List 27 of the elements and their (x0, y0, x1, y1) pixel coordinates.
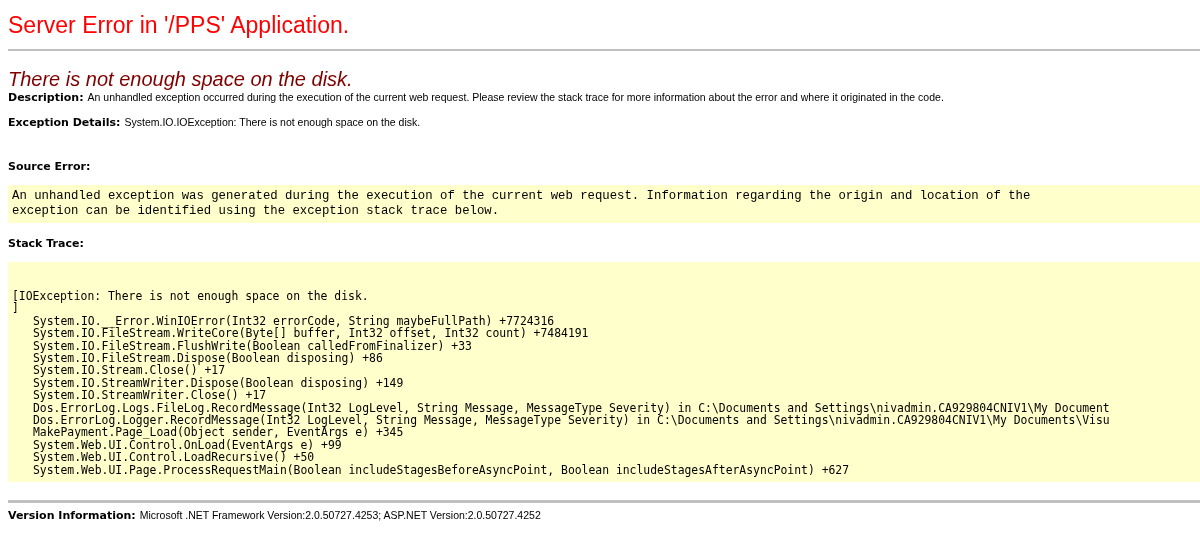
stack-frame: System.IO.FileStream.WriteCore(Byte[] buffer, Int32 offset, Int32 count) +7484191 (12, 327, 589, 340)
source-error-label: Source Error: (8, 160, 91, 173)
exception-line: [IOException: There is not enough space on the disk. (12, 290, 369, 303)
stack-frame: System.IO.FileStream.FlushWrite(Boolean calledFromFinalizer) +33 (12, 339, 472, 353)
source-error-line: An unhandled exception was generated during the execution of the current web request. Information regarding the origin and location of the (12, 189, 1031, 204)
stack-frame: System.IO.__Error.WinIOError(Int32 errorCode, String maybeFullPath) +7724316 (12, 314, 555, 328)
bracket-line: ] (12, 302, 19, 315)
stack-frame: Dos.ErrorLog.Logs.FileLog.RecordMessage(Int32 LogLevel, String Message, MessageType Severity) in C:\Documents and Settings\nivadmin.CA929804CNIV1\My Document (12, 401, 1110, 415)
exception-details-text: System.IO.IOException: There is not enough space on the disk. (124, 116, 421, 128)
stack-frame: System.IO.FileStream.Dispose(Boolean disposing) +86 (12, 352, 383, 365)
page-title: Server Error in '/PPS' Application. (8, 11, 351, 40)
stack-frame: System.IO.StreamWriter.Dispose(Boolean disposing) +149 (12, 376, 404, 390)
stack-frame: Dos.ErrorLog.Logger.RecordMessage(Int32 LogLevel, String Message, MessageType Severity) in C:\Documents and Settings\nivadmin.CA929804CNIV1\My Documents\Visu (12, 414, 1110, 427)
description-label: Description: (8, 91, 84, 104)
version-text: Microsoft .NET Framework Version:2.0.50727.4253; ASP.NET Version:2.0.50727.4252 (139, 509, 541, 522)
description-text: An unhandled exception occurred during the execution of the current web request. Please review the stack trace for more information about the error and where it originated in the code. (87, 91, 944, 103)
error-heading: There is not enough space on the disk. (8, 67, 354, 91)
stack-frame: System.Web.UI.Page.ProcessRequestMain(Boolean includeStagesBeforeAsyncPoint, Boolean includeStagesAfterAsyncPoint) +627 (12, 463, 850, 477)
stack-trace-label: Stack Trace: (8, 237, 84, 250)
stack-frame: System.IO.StreamWriter.Close() +17 (12, 389, 267, 402)
stack-frame: System.Web.UI.Control.OnLoad(EventArgs e) +99 (12, 438, 342, 452)
stack-frame: System.Web.UI.Control.LoadRecursive() +50 (12, 451, 315, 464)
exception-details-label: Exception Details: (8, 116, 121, 129)
stack-frame: System.IO.Stream.Close() +17 (12, 364, 226, 377)
source-error-line: exception can be identified using the exception stack trace below. (12, 204, 500, 219)
version-label: Version Information: (8, 509, 136, 523)
stack-frame: MakePayment.Page_Load(Object sender, EventArgs e) +345 (12, 426, 404, 439)
